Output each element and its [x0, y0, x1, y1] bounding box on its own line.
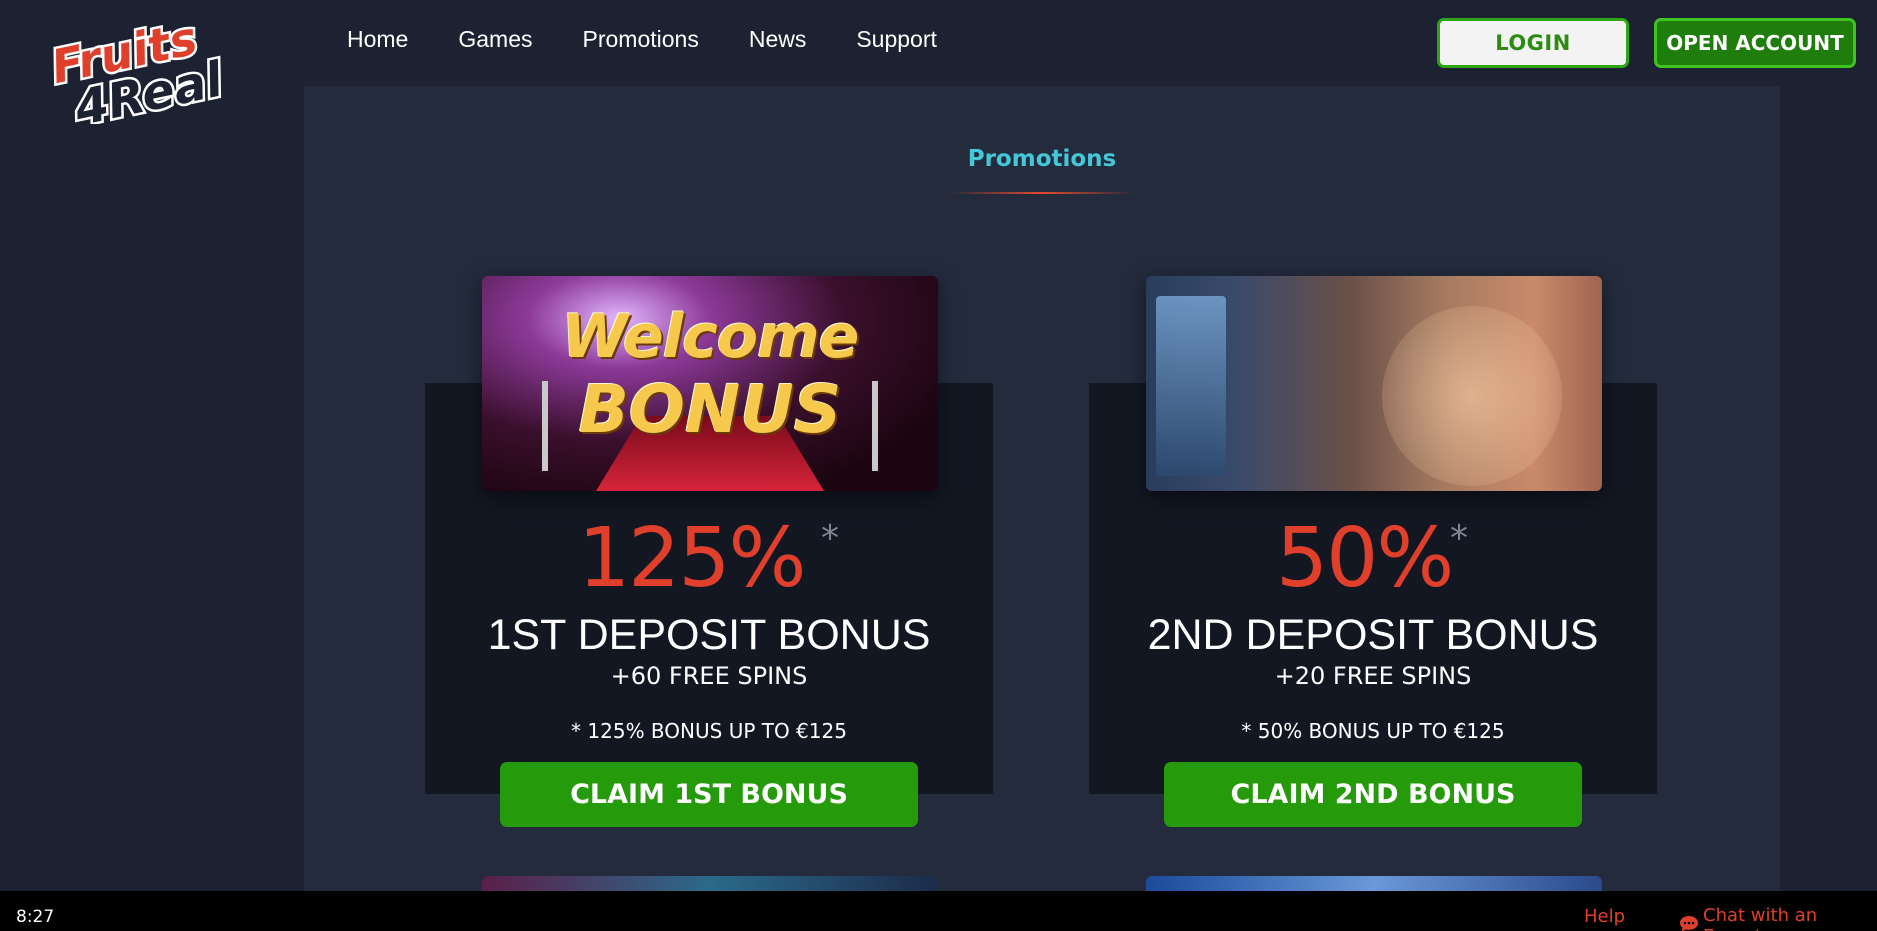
nav-games[interactable]: Games	[458, 26, 532, 53]
free-spins-2: +20 FREE SPINS	[1274, 662, 1472, 690]
welcome-bonus-graphic: Welcome BONUS	[482, 276, 938, 491]
open-account-button[interactable]: OPEN ACCOUNT	[1654, 18, 1856, 68]
casino-players-photo	[1146, 276, 1602, 491]
login-button[interactable]: LOGIN	[1437, 18, 1629, 68]
nav-support[interactable]: Support	[856, 26, 937, 53]
claim-1st-bonus-button[interactable]: CLAIM 1ST BONUS	[500, 762, 918, 827]
welcome-bonus-image: Welcome BONUS	[482, 276, 938, 491]
nav-home[interactable]: Home	[347, 26, 408, 53]
promotions-panel: Promotions Welcome BONUS 125% * 50% * 1S…	[304, 86, 1780, 931]
bonus-asterisk-1: *	[821, 518, 839, 559]
free-spins-1: +60 FREE SPINS	[610, 662, 808, 690]
chat-label: Chat with an Expert	[1703, 905, 1818, 931]
nav-news[interactable]: News	[749, 26, 807, 53]
bonus-image-text: BONUS	[578, 371, 842, 448]
fruits4real-logo[interactable]: Fruits 4Real	[42, 6, 252, 140]
bonus-terms-1: * 125% BONUS UP TO €125	[571, 719, 847, 743]
chat-bubble-icon	[1679, 915, 1699, 931]
main-nav: Home Games Promotions News Support	[347, 26, 987, 53]
light-glow-graphic	[1382, 306, 1562, 486]
logo-graphic: Fruits 4Real	[44, 8, 230, 140]
bonus-title-1: 1ST DEPOSIT BONUS	[487, 611, 931, 659]
title-divider	[949, 192, 1135, 194]
bonus-title-2: 2ND DEPOSIT BONUS	[1147, 611, 1599, 659]
casino-players-image	[1146, 276, 1602, 491]
bonus-asterisk-2: *	[1450, 518, 1468, 559]
help-link[interactable]: Help	[1584, 906, 1625, 927]
claim-2nd-bonus-button[interactable]: CLAIM 2ND BONUS	[1164, 762, 1582, 827]
clock: 8:27	[16, 907, 55, 927]
welcome-image-text: Welcome	[561, 302, 860, 372]
bonus-percent-2: 50%	[1276, 511, 1454, 606]
bonus-percent-1: 125%	[578, 511, 806, 606]
bonus-terms-2: * 50% BONUS UP TO €125	[1241, 719, 1505, 743]
nav-promotions[interactable]: Promotions	[583, 26, 699, 53]
slot-machine-graphic	[1156, 296, 1226, 476]
page-title: Promotions	[967, 146, 1117, 172]
chat-button[interactable]: Chat with an Expert	[1679, 905, 1877, 931]
